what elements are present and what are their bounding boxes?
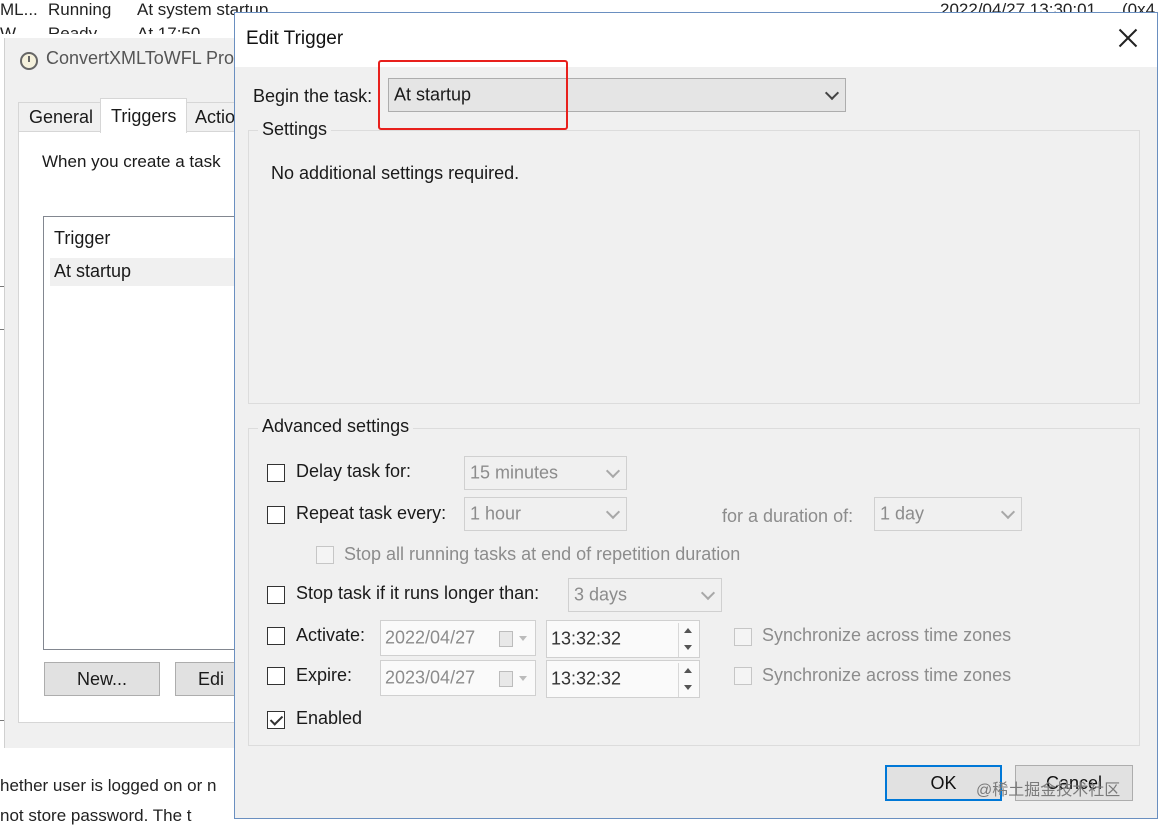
duration-dropdown[interactable]: 1 day	[874, 497, 1022, 531]
repeat-value: 1 hour	[470, 503, 522, 524]
background-text: hether user is logged on or n	[0, 776, 217, 795]
window-title: ConvertXMLToWFL Pro	[46, 48, 235, 68]
delay-label: Delay task for:	[296, 461, 412, 481]
stop-longer-label: Stop task if it runs longer than:	[296, 583, 540, 603]
bg-cell: At 17:50 ...	[137, 24, 220, 34]
expire-sync-checkbox[interactable]	[734, 667, 752, 685]
divider	[0, 329, 4, 330]
chevron-down-icon	[1000, 504, 1016, 520]
triggers-description: When you create a task	[42, 152, 221, 171]
clock-icon	[20, 52, 38, 70]
enabled-checkbox[interactable]	[267, 711, 285, 729]
activate-time-input[interactable]: 13:32:32	[546, 620, 700, 658]
calendar-icon	[499, 671, 513, 687]
chevron-down-icon	[519, 636, 527, 641]
bg-cell: W...	[0, 24, 30, 34]
repeat-dropdown[interactable]: 1 hour	[464, 497, 627, 531]
expire-date: 2023/04/27	[385, 667, 476, 688]
activate-time: 13:32:32	[551, 628, 622, 649]
expire-checkbox[interactable]	[267, 667, 285, 685]
duration-value: 1 day	[880, 503, 925, 524]
stop-all-checkbox[interactable]	[316, 546, 334, 564]
close-icon[interactable]	[1116, 26, 1140, 50]
tab-general[interactable]: General	[18, 102, 105, 131]
highlight-annotation	[378, 60, 568, 130]
delay-dropdown[interactable]: 15 minutes	[464, 456, 627, 490]
chevron-down-icon	[605, 463, 621, 479]
bg-cell: Ready	[48, 24, 98, 34]
delay-value: 15 minutes	[470, 462, 559, 483]
trigger-list-item[interactable]: At startup	[50, 258, 240, 286]
background-text: not store password. The t	[0, 806, 192, 825]
activate-sync-label: Synchronize across time zones	[762, 625, 1012, 645]
dialog-title: Edit Trigger	[246, 28, 344, 49]
stop-all-label: Stop all running tasks at end of repetit…	[344, 544, 741, 564]
divider	[0, 286, 4, 287]
expire-label: Expire:	[296, 665, 353, 685]
repeat-label: Repeat task every:	[296, 503, 447, 523]
divider	[0, 720, 4, 721]
expire-time-input[interactable]: 13:32:32	[546, 660, 700, 698]
repeat-checkbox[interactable]	[267, 506, 285, 524]
chevron-down-icon	[519, 676, 527, 681]
stop-longer-value: 3 days	[574, 584, 628, 605]
activate-sync-checkbox[interactable]	[734, 628, 752, 646]
stop-longer-dropdown[interactable]: 3 days	[568, 578, 722, 612]
settings-message: No additional settings required.	[271, 163, 520, 183]
chevron-down-icon	[605, 504, 621, 520]
chevron-down-icon	[700, 585, 716, 601]
activate-checkbox[interactable]	[267, 627, 285, 645]
enabled-label: Enabled	[296, 708, 363, 728]
trigger-item-label: At startup	[54, 261, 132, 281]
calendar-icon	[499, 631, 513, 647]
time-spinner[interactable]	[678, 663, 697, 697]
bg-cell: Running	[48, 0, 112, 19]
time-spinner[interactable]	[678, 623, 697, 657]
begin-task-label: Begin the task:	[253, 86, 373, 106]
activate-date-picker[interactable]: 2022/04/27	[380, 620, 536, 656]
chevron-down-icon	[824, 85, 840, 101]
stop-longer-checkbox[interactable]	[267, 586, 285, 604]
delay-checkbox[interactable]	[267, 464, 285, 482]
expire-date-picker[interactable]: 2023/04/27	[380, 660, 536, 696]
tab-triggers[interactable]: Triggers	[100, 98, 188, 133]
watermark: @稀土掘金技术社区	[976, 782, 1121, 799]
activate-date: 2022/04/27	[385, 627, 476, 648]
new-trigger-button[interactable]: New...	[44, 662, 160, 696]
duration-label: for a duration of:	[722, 506, 854, 526]
bg-cell: ML...	[0, 0, 38, 19]
activate-label: Activate:	[296, 625, 366, 645]
advanced-group-label: Advanced settings	[258, 416, 414, 437]
expire-sync-label: Synchronize across time zones	[762, 665, 1012, 685]
trigger-column-header[interactable]: Trigger	[54, 228, 110, 249]
expire-time: 13:32:32	[551, 668, 622, 689]
dialog-titlebar	[235, 13, 1157, 67]
settings-group-label: Settings	[258, 119, 332, 140]
